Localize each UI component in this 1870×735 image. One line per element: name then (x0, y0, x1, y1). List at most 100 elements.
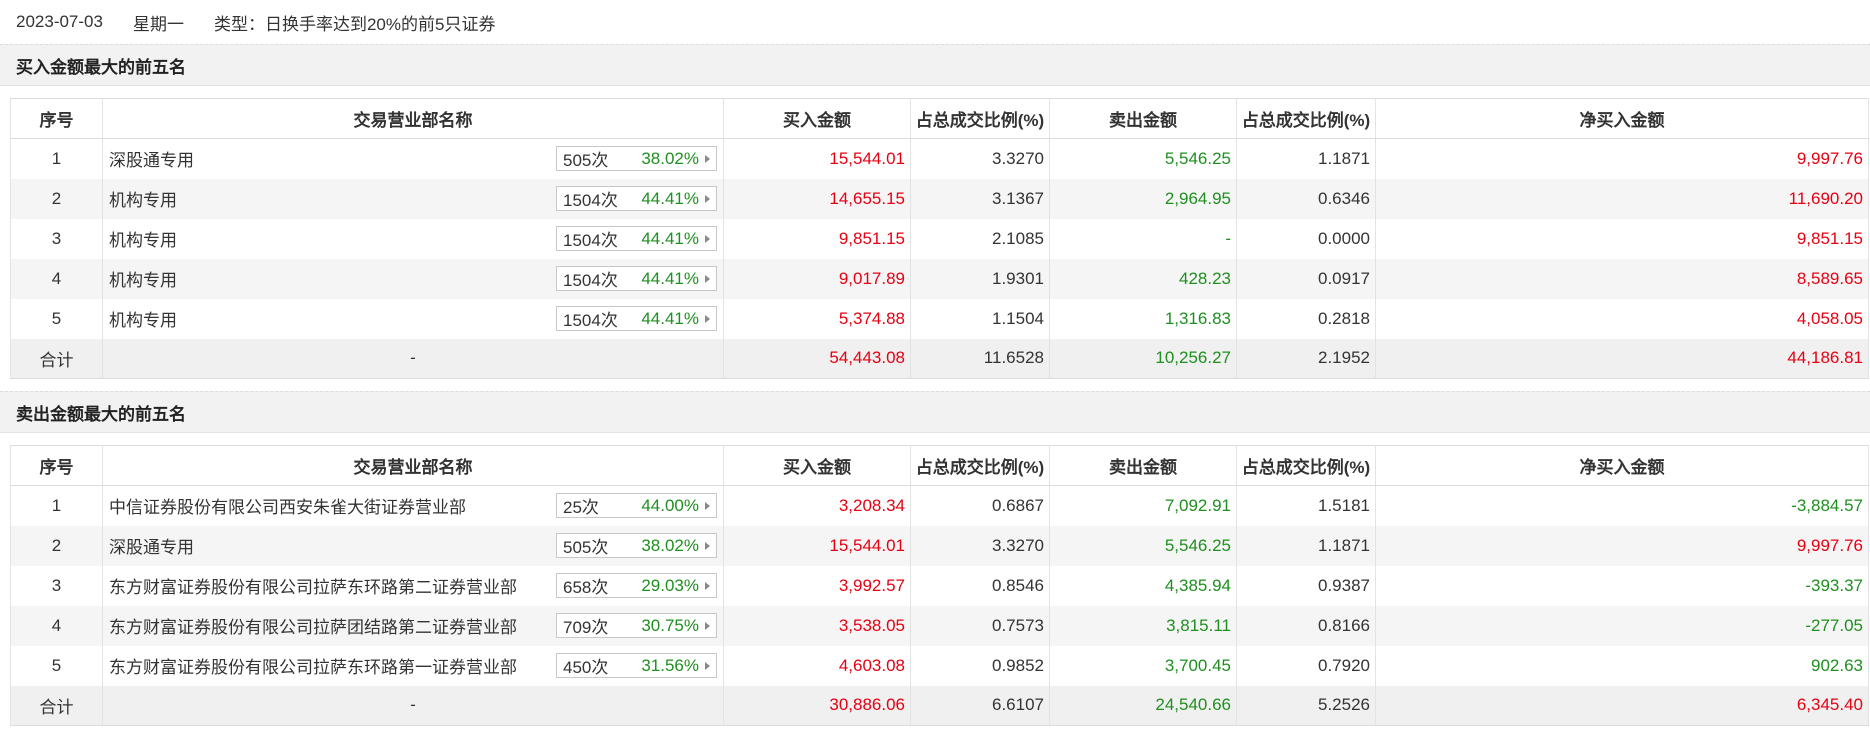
total-buy-amount: 30,886.06 (723, 685, 911, 726)
table-row: 5 东方财富证券股份有限公司拉萨东环路第一证券营业部 450次 31.56% 4,603… (10, 645, 1869, 686)
total-name: - (102, 685, 724, 726)
broker-cell: 深股通专用 505次 38.02% (102, 138, 724, 179)
broker-stats-button[interactable]: 1504次 44.41% (556, 186, 717, 211)
total-label: 合计 (10, 338, 103, 379)
total-sell-ratio: 2.1952 (1236, 338, 1376, 379)
broker-cell-wrap: 东方财富证券股份有限公司拉萨东环路第一证券营业部 450次 31.56% (109, 653, 723, 678)
row-number: 4 (10, 605, 103, 646)
trade-count: 1504次 (563, 271, 618, 290)
buy-amount: 5,374.88 (723, 298, 911, 339)
column-header: 序号 (10, 445, 103, 486)
broker-name-link[interactable]: 东方财富证券股份有限公司拉萨东环路第一证券营业部 (109, 653, 517, 678)
buy-amount: 3,208.34 (723, 485, 911, 526)
broker-cell: 机构专用 1504次 44.41% (102, 178, 724, 219)
broker-stats-button[interactable]: 450次 31.56% (556, 653, 717, 678)
trade-count: 25次 (563, 498, 599, 518)
broker-name-link[interactable]: 东方财富证券股份有限公司拉萨团结路第二证券营业部 (109, 613, 517, 638)
row-number: 1 (10, 138, 103, 179)
total-name: - (102, 338, 724, 379)
broker-stats-button[interactable]: 505次 38.02% (556, 533, 717, 558)
buy-ratio: 1.1504 (910, 298, 1050, 339)
chevron-right-icon (705, 234, 710, 243)
buy-amount: 3,538.05 (723, 605, 911, 646)
broker-name-link[interactable]: 机构专用 (109, 306, 177, 331)
broker-stats-button[interactable]: 709次 30.75% (556, 613, 717, 638)
chevron-right-icon (705, 621, 710, 630)
net-buy-amount: -277.05 (1375, 605, 1869, 646)
column-header: 占总成交比例(%) (910, 445, 1050, 486)
buy-ratio: 0.9852 (910, 645, 1050, 686)
buy-table-header: 序号 交易营业部名称 买入金额 占总成交比例(%) 卖出金额 占总成交比例(%) 净买入金额 (10, 98, 1869, 139)
win-rate: 44.41% (641, 268, 699, 288)
buy-ratio: 0.8546 (910, 565, 1050, 606)
total-label: 合计 (10, 685, 103, 726)
row-number: 1 (10, 485, 103, 526)
broker-stats-button[interactable]: 1504次 44.41% (556, 226, 717, 251)
table-row: 1 深股通专用 505次 38.02% 15,544.01 3.3270 5,546.25 1… (10, 138, 1869, 179)
broker-cell-wrap: 机构专用 1504次 44.41% (109, 266, 723, 291)
buy-amount: 15,544.01 (723, 525, 911, 566)
broker-name-link[interactable]: 深股通专用 (109, 533, 194, 558)
buy-amount: 9,851.15 (723, 218, 911, 259)
buy-section-title: 买入金额最大的前五名 (0, 44, 1870, 86)
trade-count: 505次 (563, 151, 609, 171)
win-rate: 29.03% (641, 575, 699, 595)
row-number: 4 (10, 258, 103, 299)
total-sell-amount: 24,540.66 (1049, 685, 1237, 726)
broker-name-link[interactable]: 东方财富证券股份有限公司拉萨东环路第二证券营业部 (109, 573, 517, 598)
sell-amount: 2,964.95 (1049, 178, 1237, 219)
win-rate: 44.41% (641, 188, 699, 208)
broker-cell-wrap: 中信证券股份有限公司西安朱雀大街证券营业部 25次 44.00% (109, 493, 723, 519)
table-row: 1 中信证券股份有限公司西安朱雀大街证券营业部 25次 44.00% 3,208.34 0… (10, 485, 1869, 526)
column-header: 占总成交比例(%) (910, 98, 1050, 139)
row-number: 2 (10, 525, 103, 566)
sell-amount: 3,815.11 (1049, 605, 1237, 646)
chevron-right-icon (705, 154, 710, 163)
sell-table: 序号 交易营业部名称 买入金额 占总成交比例(%) 卖出金额 占总成交比例(%) 净买入金额… (10, 445, 1869, 726)
buy-table: 序号 交易营业部名称 买入金额 占总成交比例(%) 卖出金额 占总成交比例(%) 净买入金额… (10, 98, 1869, 379)
total-buy-amount: 54,443.08 (723, 338, 911, 379)
sell-table-body: 1 中信证券股份有限公司西安朱雀大街证券营业部 25次 44.00% 3,208.34 0… (10, 485, 1869, 726)
total-row: 合计 -30,886.06 6.6107 24,540.66 5.2526 6,345.4… (10, 685, 1869, 726)
total-sell-ratio: 5.2526 (1236, 685, 1376, 726)
sell-ratio: 0.6346 (1236, 178, 1376, 219)
column-header: 买入金额 (723, 445, 911, 486)
broker-name-link[interactable]: 中信证券股份有限公司西安朱雀大街证券营业部 (109, 493, 466, 518)
broker-name-link[interactable]: 机构专用 (109, 186, 177, 211)
table-row: 3 东方财富证券股份有限公司拉萨东环路第二证券营业部 658次 29.03% 3,992… (10, 565, 1869, 606)
buy-ratio: 0.6867 (910, 485, 1050, 526)
trade-count: 1504次 (563, 191, 618, 210)
date-text: 2023-07-03 (16, 12, 103, 31)
broker-cell-wrap: 深股通专用 505次 38.02% (109, 533, 723, 558)
table-row: 4 机构专用 1504次 44.41% 9,017.89 1.9301 428.23 0.09… (10, 258, 1869, 299)
trade-count: 658次 (563, 578, 609, 597)
total-buy-ratio: 6.6107 (910, 685, 1050, 726)
broker-cell: 机构专用 1504次 44.41% (102, 258, 724, 299)
total-sell-amount: 10,256.27 (1049, 338, 1237, 379)
column-header: 买入金额 (723, 98, 911, 139)
column-header: 卖出金额 (1049, 445, 1237, 486)
sell-amount: 5,546.25 (1049, 525, 1237, 566)
sell-amount: 5,546.25 (1049, 138, 1237, 179)
broker-cell-wrap: 东方财富证券股份有限公司拉萨团结路第二证券营业部 709次 30.75% (109, 613, 723, 638)
broker-cell: 中信证券股份有限公司西安朱雀大街证券营业部 25次 44.00% (102, 485, 724, 526)
broker-stats-button[interactable]: 658次 29.03% (556, 573, 717, 598)
broker-stats-button[interactable]: 505次 38.02% (556, 146, 717, 172)
net-buy-amount: -393.37 (1375, 565, 1869, 606)
broker-stats-button[interactable]: 1504次 44.41% (556, 266, 717, 291)
broker-name-link[interactable]: 机构专用 (109, 266, 177, 291)
broker-cell-wrap: 深股通专用 505次 38.02% (109, 146, 723, 172)
broker-stats-button[interactable]: 1504次 44.41% (556, 306, 717, 331)
sell-ratio: 0.2818 (1236, 298, 1376, 339)
broker-name-link[interactable]: 机构专用 (109, 226, 177, 251)
chevron-right-icon (705, 274, 710, 283)
buy-table-body: 1 深股通专用 505次 38.02% 15,544.01 3.3270 5,546.25 1… (10, 138, 1869, 379)
buy-amount: 15,544.01 (723, 138, 911, 179)
net-buy-amount: 8,589.65 (1375, 258, 1869, 299)
broker-stats-button[interactable]: 25次 44.00% (556, 493, 717, 519)
broker-cell: 东方财富证券股份有限公司拉萨东环路第一证券营业部 450次 31.56% (102, 645, 724, 686)
broker-cell-wrap: 机构专用 1504次 44.41% (109, 306, 723, 331)
sell-ratio: 0.7920 (1236, 645, 1376, 686)
broker-name-link[interactable]: 深股通专用 (109, 146, 194, 171)
broker-cell: 机构专用 1504次 44.41% (102, 298, 724, 339)
